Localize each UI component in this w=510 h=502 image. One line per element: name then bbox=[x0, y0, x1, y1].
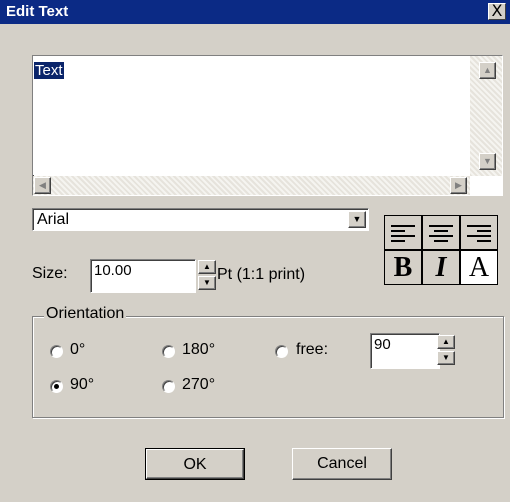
align-left-button[interactable] bbox=[384, 215, 422, 250]
orientation-legend: Orientation bbox=[44, 305, 127, 323]
size-label: Size: bbox=[32, 265, 68, 282]
orientation-0-radio[interactable] bbox=[50, 345, 63, 358]
orientation-180-label: 180° bbox=[182, 341, 216, 358]
align-center-button[interactable] bbox=[422, 215, 460, 250]
regular-button[interactable]: A bbox=[460, 250, 498, 285]
orientation-free-radio[interactable] bbox=[275, 345, 288, 358]
size-spinner[interactable]: ▲ ▼ bbox=[198, 260, 216, 292]
free-angle-decrement-button[interactable]: ▼ bbox=[437, 351, 455, 365]
italic-button[interactable]: I bbox=[422, 250, 460, 285]
bold-icon: B bbox=[393, 252, 413, 283]
regular-icon: A bbox=[468, 252, 490, 283]
orientation-0-label: 0° bbox=[70, 341, 86, 358]
arrow-down-icon: ▼ bbox=[442, 353, 450, 362]
cancel-button-label: Cancel bbox=[317, 455, 367, 472]
scroll-up-button[interactable]: ▲ bbox=[479, 62, 496, 79]
arrow-up-icon: ▲ bbox=[442, 337, 450, 346]
ok-button[interactable]: OK bbox=[145, 448, 245, 480]
scroll-right-button[interactable]: ▶ bbox=[450, 177, 467, 194]
arrow-down-icon: ▼ bbox=[483, 156, 492, 166]
size-increment-button[interactable]: ▲ bbox=[198, 260, 216, 274]
orientation-270-radio[interactable] bbox=[162, 380, 175, 393]
scroll-left-button[interactable]: ◀ bbox=[34, 177, 51, 194]
align-right-icon bbox=[467, 225, 491, 242]
orientation-180-radio[interactable] bbox=[162, 345, 175, 358]
arrow-left-icon: ◀ bbox=[39, 180, 46, 190]
ok-button-face: OK bbox=[146, 449, 244, 479]
close-button[interactable]: X bbox=[488, 3, 506, 20]
edit-text-dialog: Edit Text X Text ▲ ▼ ◀ ▶ Arial ▼ B I A S… bbox=[0, 0, 510, 502]
size-input[interactable]: 10.00 bbox=[90, 259, 196, 293]
size-unit-label: Pt (1:1 print) bbox=[217, 266, 306, 283]
font-select-value: Arial bbox=[37, 211, 70, 228]
horizontal-scrollbar[interactable]: ◀ ▶ bbox=[33, 176, 470, 195]
text-input[interactable]: Text bbox=[33, 56, 470, 175]
title-bar: Edit Text X bbox=[0, 0, 510, 24]
align-left-icon bbox=[391, 225, 415, 242]
free-angle-spinner[interactable]: ▲ ▼ bbox=[437, 335, 455, 367]
size-decrement-button[interactable]: ▼ bbox=[198, 276, 216, 290]
arrow-up-icon: ▲ bbox=[203, 262, 211, 271]
align-right-button[interactable] bbox=[460, 215, 498, 250]
close-icon: X bbox=[491, 1, 503, 20]
arrow-up-icon: ▲ bbox=[483, 65, 492, 75]
font-select[interactable]: Arial ▼ bbox=[32, 208, 369, 231]
font-dropdown-button[interactable]: ▼ bbox=[348, 211, 366, 228]
orientation-90-label: 90° bbox=[70, 376, 95, 393]
align-center-icon bbox=[429, 225, 453, 242]
free-angle-input[interactable]: 90 bbox=[370, 333, 440, 369]
free-angle-value: 90 bbox=[374, 336, 391, 353]
chevron-down-icon: ▼ bbox=[352, 214, 362, 224]
italic-icon: I bbox=[435, 252, 447, 283]
bold-button[interactable]: B bbox=[384, 250, 422, 285]
free-angle-increment-button[interactable]: ▲ bbox=[437, 335, 455, 349]
scroll-down-button[interactable]: ▼ bbox=[479, 153, 496, 170]
ok-button-label: OK bbox=[183, 456, 207, 473]
format-toolbox: B I A bbox=[380, 208, 504, 288]
vertical-scrollbar[interactable]: ▲ ▼ bbox=[470, 56, 502, 176]
arrow-right-icon: ▶ bbox=[455, 180, 462, 190]
size-value: 10.00 bbox=[94, 262, 132, 279]
window-title: Edit Text bbox=[6, 3, 69, 20]
orientation-270-label: 270° bbox=[182, 376, 216, 393]
selected-text: Text bbox=[34, 62, 64, 79]
orientation-free-label: free: bbox=[296, 341, 329, 358]
arrow-down-icon: ▼ bbox=[203, 278, 211, 287]
cancel-button[interactable]: Cancel bbox=[292, 448, 392, 480]
orientation-90-radio[interactable] bbox=[50, 380, 63, 393]
